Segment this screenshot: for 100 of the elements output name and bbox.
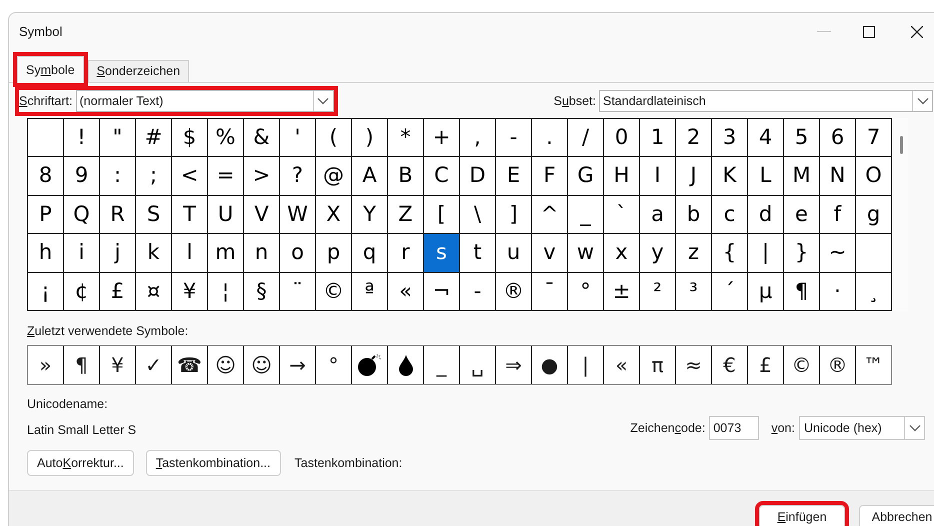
from-dropdown[interactable]: Unicode (hex) [799, 416, 925, 440]
symbol-cell[interactable]: } [784, 234, 819, 272]
symbol-cell[interactable]: U [208, 196, 243, 234]
symbol-cell[interactable]: ¡ [28, 272, 63, 310]
close-icon[interactable] [911, 26, 923, 38]
symbol-cell[interactable]: _ [568, 196, 603, 234]
symbol-cell[interactable]: ] [496, 196, 531, 234]
symbol-cell[interactable]: Q [64, 196, 99, 234]
symbol-cell[interactable]: x [604, 234, 639, 272]
symbol-cell[interactable]: · [820, 272, 855, 310]
symbol-cell[interactable]: i [64, 234, 99, 272]
symbol-cell[interactable]: | [748, 234, 783, 272]
dialog-button[interactable]: Abbrechen [859, 505, 934, 526]
symbol-cell[interactable]: 0 [604, 119, 639, 156]
symbol-cell[interactable]: ¶ [784, 272, 819, 310]
symbol-cell[interactable]: K [712, 157, 747, 195]
symbol-cell[interactable]: u [496, 234, 531, 272]
symbol-cell[interactable]: % [208, 119, 243, 156]
symbol-cell[interactable]: V [244, 196, 279, 234]
symbol-cell[interactable]: £ [100, 272, 135, 310]
symbol-cell[interactable]: ² [640, 272, 675, 310]
symbol-cell[interactable]: ) [352, 119, 387, 156]
symbol-cell[interactable]: h [28, 234, 63, 272]
recent-symbol[interactable]: « [615, 354, 628, 375]
action-button[interactable]: Tastenkombination... [146, 450, 281, 476]
symbol-cell[interactable]: S [136, 196, 171, 234]
symbol-cell[interactable]: = [208, 157, 243, 195]
symbol-cell[interactable]: [ [424, 196, 459, 234]
symbol-cell[interactable]: I [640, 157, 675, 195]
symbol-cell[interactable]: a [640, 196, 675, 234]
symbol-cell[interactable]: ¬ [424, 272, 459, 310]
symbol-cell[interactable]: H [604, 157, 639, 195]
symbol-cell[interactable]: t [460, 234, 495, 272]
symbol-cell[interactable]: 3 [712, 119, 747, 156]
symbol-cell[interactable]: p [316, 234, 351, 272]
symbol-cell[interactable]: § [244, 272, 279, 310]
symbol-cell[interactable]: ª [352, 272, 387, 310]
symbol-cell[interactable] [856, 234, 891, 272]
symbol-cell[interactable]: J [676, 157, 711, 195]
symbol-cell[interactable]: c [712, 196, 747, 234]
symbol-cell[interactable]: B [388, 157, 423, 195]
symbol-cell[interactable]: ! [64, 119, 99, 156]
symbol-cell[interactable]: - [496, 119, 531, 156]
symbol-cell[interactable]: 6 [820, 119, 855, 156]
recent-symbol[interactable]: _ [436, 354, 446, 375]
symbol-cell[interactable]: 4 [748, 119, 783, 156]
symbol-cell[interactable]: . [532, 119, 567, 156]
symbol-cell[interactable]: 8 [28, 157, 63, 195]
symbol-cell[interactable]: f [820, 196, 855, 234]
symbol-cell[interactable]: + [424, 119, 459, 156]
recent-symbol[interactable]: | [582, 354, 589, 375]
symbol-cell[interactable]: ¯ [532, 272, 567, 310]
symbol-cell[interactable] [28, 119, 63, 156]
symbol-cell[interactable]: 7 [856, 119, 891, 156]
symbol-cell[interactable]: ¨ [280, 272, 315, 310]
symbol-cell[interactable]: A [352, 157, 387, 195]
maximize-icon[interactable] [863, 26, 875, 38]
symbol-cell[interactable]: n [244, 234, 279, 272]
symbol-cell[interactable]: o [280, 234, 315, 272]
subset-dropdown[interactable]: Standardlateinisch [599, 90, 933, 112]
symbol-cell[interactable]: ¦ [208, 272, 243, 310]
char-code-field[interactable]: 0073 [709, 416, 760, 440]
symbol-cell[interactable]: ? [280, 157, 315, 195]
recent-symbol[interactable]: ¥ [111, 354, 124, 375]
symbol-cell[interactable]: y [640, 234, 675, 272]
symbol-cell[interactable]: > [244, 157, 279, 195]
symbol-cell[interactable]: ´ [712, 272, 747, 310]
symbol-cell[interactable]: Z [388, 196, 423, 234]
symbol-cell[interactable]: 5 [784, 119, 819, 156]
recent-symbol[interactable]: π [651, 354, 664, 375]
symbol-cell[interactable]: " [100, 119, 135, 156]
symbol-cell[interactable]: ^ [532, 196, 567, 234]
symbol-cell[interactable]: @ [316, 157, 351, 195]
symbol-cell[interactable]: - [460, 272, 495, 310]
symbol-cell[interactable]: N [820, 157, 855, 195]
symbol-cell[interactable]: µ [748, 272, 783, 310]
symbol-cell[interactable]: ( [316, 119, 351, 156]
bomb-icon[interactable] [356, 352, 382, 377]
symbol-cell[interactable]: T [172, 196, 207, 234]
symbol-cell[interactable]: M [784, 157, 819, 195]
symbol-cell[interactable]: ¸ [856, 272, 891, 310]
symbol-cell[interactable]: ° [568, 272, 603, 310]
drop-icon[interactable] [398, 354, 414, 376]
symbol-cell[interactable]: d [748, 196, 783, 234]
symbol-cell[interactable]: * [388, 119, 423, 156]
symbol-cell[interactable]: z [676, 234, 711, 272]
symbol-cell[interactable]: © [316, 272, 351, 310]
symbol-cell[interactable]: 1 [640, 119, 675, 156]
symbol-cell[interactable]: ± [604, 272, 639, 310]
symbol-cell[interactable]: D [460, 157, 495, 195]
action-button[interactable]: AutoKorrektur... [27, 450, 134, 476]
symbol-cell[interactable]: « [388, 272, 423, 310]
symbol-cell[interactable]: # [136, 119, 171, 156]
symbol-cell[interactable]: 9 [64, 157, 99, 195]
recent-symbol[interactable]: £ [759, 354, 772, 375]
symbol-cell[interactable]: < [172, 157, 207, 195]
symbol-cell[interactable]: : [100, 157, 135, 195]
symbol-cell[interactable]: m [208, 234, 243, 272]
recent-symbol[interactable]: ° [328, 354, 338, 375]
symbol-cell[interactable]: ¢ [64, 272, 99, 310]
